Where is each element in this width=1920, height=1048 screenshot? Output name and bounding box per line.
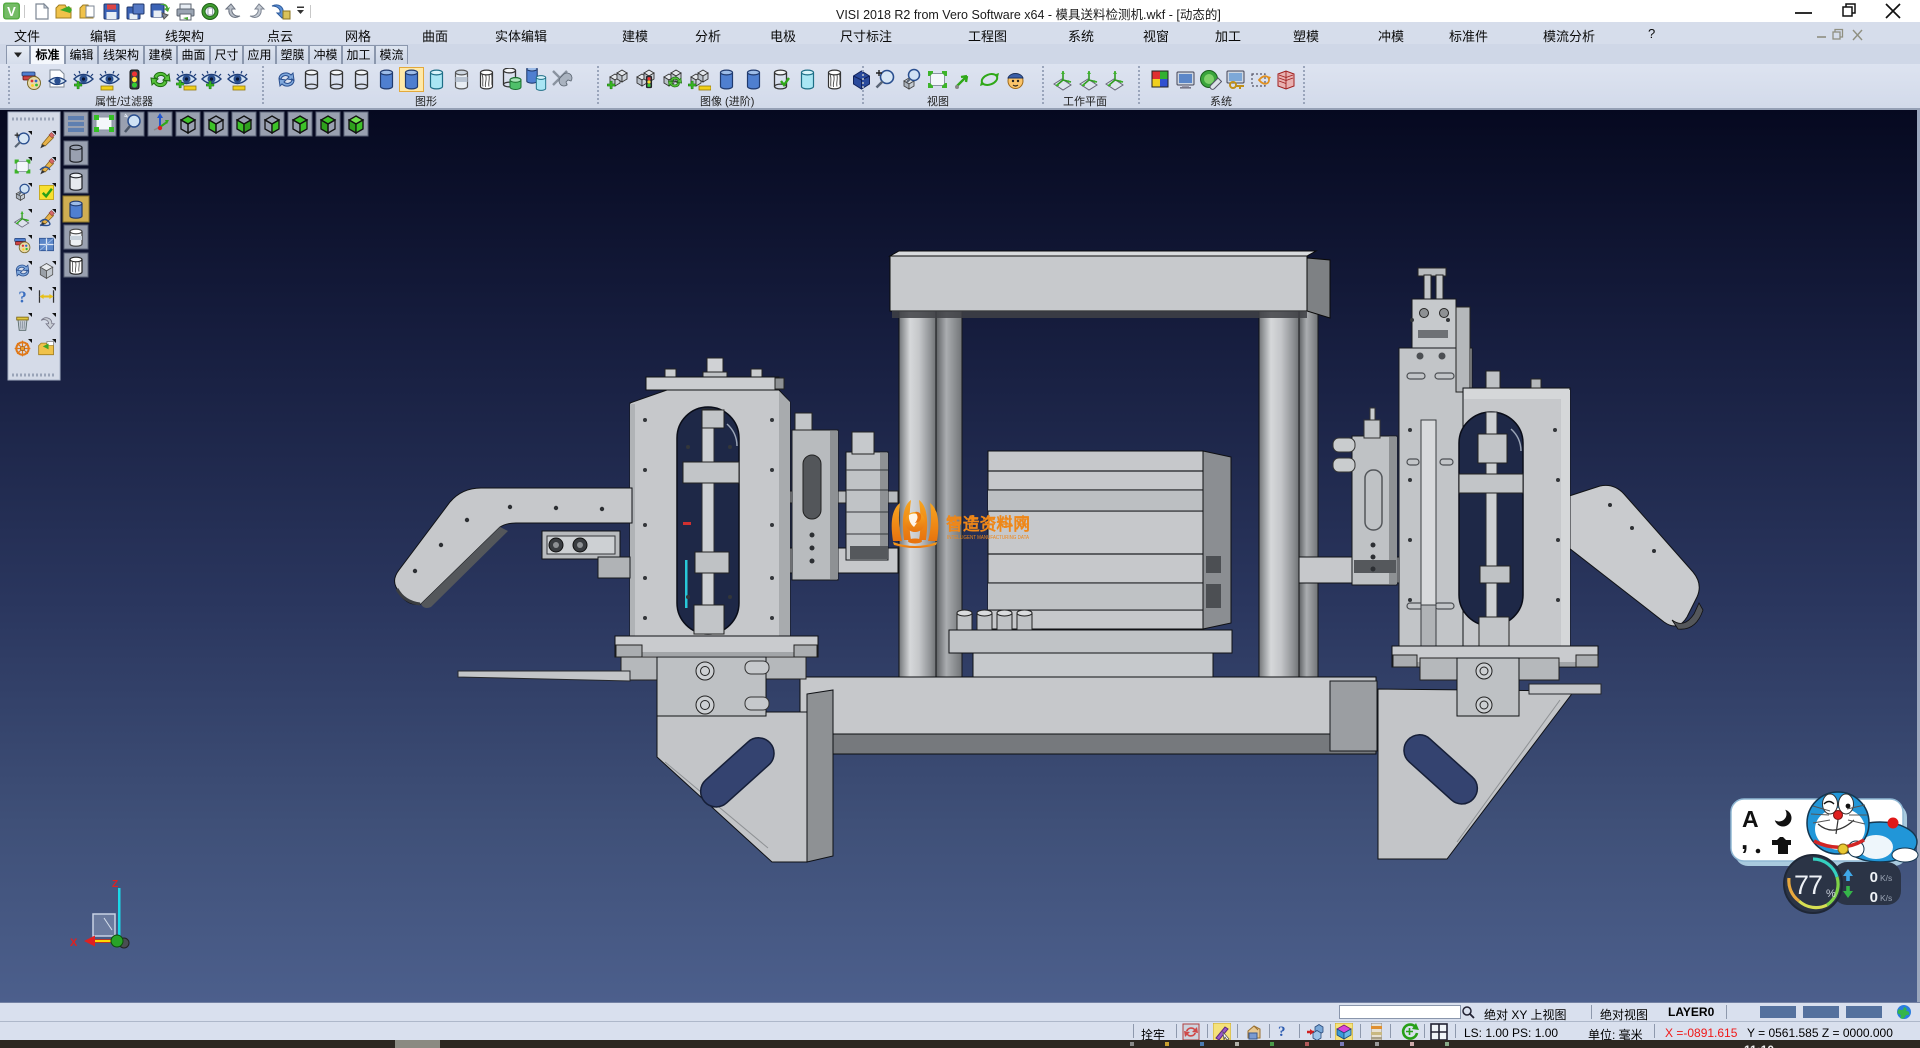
svg-text:Z: Z <box>112 879 118 890</box>
svg-text:K/s: K/s <box>1880 873 1892 883</box>
svg-text:INTELLIGENT MANUFACTURING DATA: INTELLIGENT MANUFACTURING DATA <box>947 535 1029 541</box>
svg-text:0: 0 <box>1870 889 1878 906</box>
svg-text:77: 77 <box>1794 870 1822 900</box>
svg-text:K/s: K/s <box>1880 893 1892 903</box>
svg-text:0: 0 <box>1870 869 1878 886</box>
svg-text:%: % <box>1826 888 1836 900</box>
svg-text:X: X <box>70 937 78 949</box>
svg-text:,: , <box>1741 825 1748 855</box>
